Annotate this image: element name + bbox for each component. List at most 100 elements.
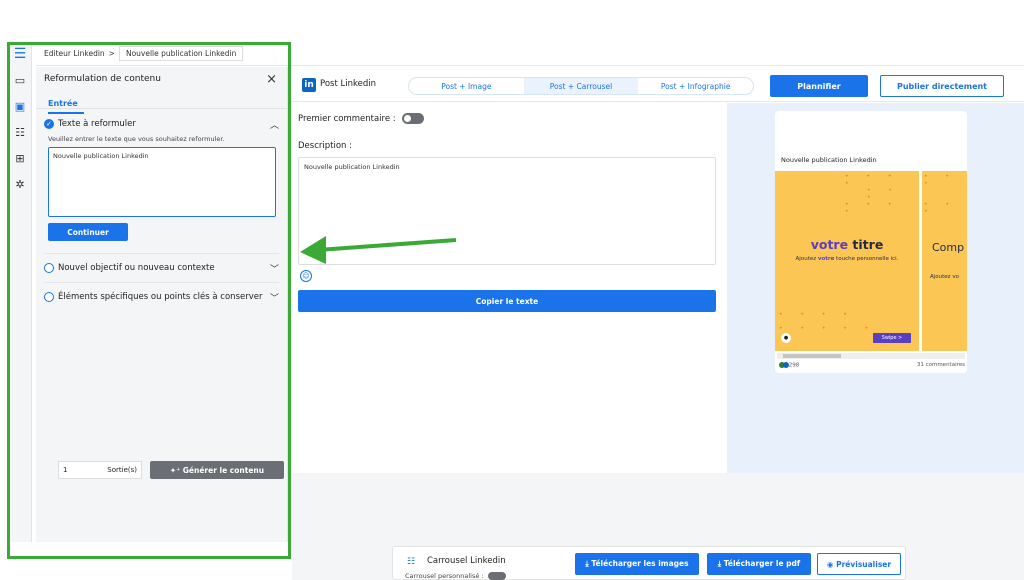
breadcrumb-root[interactable]: Editeur Linkedin: [44, 49, 105, 58]
plan-button[interactable]: Plannifier: [770, 75, 868, 97]
tab-post-image[interactable]: Post + Image: [409, 78, 524, 94]
menu-icon[interactable]: ☰: [12, 46, 28, 62]
reactions-value: 298: [788, 362, 800, 369]
section-elements-title: Éléments spécifiques ou points clés à co…: [58, 292, 263, 302]
slide-title-rest: titre: [848, 237, 884, 252]
preview-label: Prévisualiser: [836, 559, 892, 569]
quantity-stepper[interactable]: 1 Sortie(s): [58, 461, 142, 479]
slide2-subtitle: Ajoutez vo: [930, 274, 959, 280]
linkedin-icon: in: [302, 78, 316, 92]
eye-icon: ◉: [826, 559, 837, 569]
add-box-icon[interactable]: ⊞: [12, 150, 28, 166]
sliders-icon: ☷: [407, 557, 416, 567]
carousel-slide-2: • • • • • • Comp Ajoutez vo: [922, 171, 967, 351]
post-editor: Premier commentaire : Description : Nouv…: [292, 103, 726, 473]
preview-stats: 298 31 commentaires: [779, 362, 965, 369]
bottom-area: ☷ Carrousel Linkedin Carrousel personnal…: [292, 473, 1024, 580]
section-texte-header[interactable]: ✓ Texte à reformuler ︿: [44, 115, 279, 133]
carousel-scrollbar[interactable]: [777, 353, 965, 359]
briefcase-icon[interactable]: ▣: [12, 98, 28, 114]
carousel-custom-row: Carrousel personnalisé :: [405, 572, 506, 580]
carousel-custom-toggle[interactable]: [487, 572, 506, 580]
chevron-down-icon[interactable]: ﹀: [270, 291, 279, 304]
arrow-head: [300, 236, 326, 264]
breadcrumb-separator: >: [108, 49, 115, 58]
app-window: ☰ ▭ ▣ ☷ ⊞ ✲ Editeur Linkedin > Nouvelle …: [0, 38, 1024, 580]
generate-label: Générer le contenu: [182, 465, 265, 475]
comment-row: Premier commentaire :: [298, 113, 424, 124]
section-elements-header[interactable]: Éléments spécifiques ou points clés à co…: [44, 288, 279, 306]
quantity-value[interactable]: 1: [63, 466, 67, 474]
generate-row: 1 Sortie(s) ✦⁺ Générer le contenu: [58, 461, 284, 479]
section-elements: Éléments spécifiques ou points clés à co…: [44, 283, 279, 311]
annotation-arrow: [300, 236, 457, 264]
download-pdf-button[interactable]: ⤓ Télécharger le pdf: [707, 553, 811, 575]
slide-sub-a: Ajoutez: [795, 256, 818, 262]
post-preview: Nouvelle publication Linkedin • • • • • …: [727, 103, 1024, 473]
continue-button[interactable]: Continuer: [48, 223, 128, 241]
breadcrumb: Editeur Linkedin > Nouvelle publication …: [36, 42, 1024, 66]
carousel-toolbar: ☷ Carrousel Linkedin Carrousel personnal…: [392, 546, 906, 580]
download-images-button[interactable]: ⤓ Télécharger les images: [575, 553, 699, 575]
carousel-slide-1: • • • • • • • • • • • votre titre Ajoute…: [775, 171, 919, 351]
emoji-icon[interactable]: ☺: [300, 270, 312, 282]
slide-title: votre titre: [775, 237, 919, 252]
swipe-label: Swipe >: [873, 333, 911, 343]
download-pdf-label: Télécharger le pdf: [723, 559, 801, 568]
section-objectif: Nouvel objectif ou nouveau contexte ﹀: [44, 254, 279, 283]
publish-button[interactable]: Publier directement: [880, 75, 1004, 97]
breadcrumb-current[interactable]: Nouvelle publication Linkedin: [118, 46, 244, 61]
post-type-tabs: Post + Image Post + Carrousel Post + Inf…: [408, 77, 754, 95]
section-texte: ✓ Texte à reformuler ︿ Veuillez entrer l…: [44, 109, 279, 254]
preview-button[interactable]: ◉ Prévisualiser: [817, 553, 901, 575]
section-objectif-header[interactable]: Nouvel objectif ou nouveau contexte ﹀: [44, 259, 279, 277]
generate-button[interactable]: ✦⁺ Générer le contenu: [150, 461, 284, 479]
reactions-count: 298: [779, 362, 799, 369]
dot-pattern: • • • •: [779, 311, 855, 318]
left-rail: ☰ ▭ ▣ ☷ ⊞ ✲: [8, 42, 32, 542]
slide-subtitle: Ajoutez votre touche personnelle ici.: [775, 256, 919, 262]
avatar: ●: [781, 333, 791, 343]
folder-icon[interactable]: ▭: [12, 72, 28, 88]
post-header: in Post Linkedin Post + Image Post + Car…: [292, 68, 1024, 102]
sparkle-icon: ✦⁺: [169, 465, 183, 475]
panel-header: Reformulation de contenu ×: [36, 67, 287, 91]
comment-label: Premier commentaire :: [298, 113, 396, 124]
arrow-shaft: [317, 238, 457, 252]
copy-text-button[interactable]: Copier le texte: [298, 290, 716, 312]
dot-pattern: • • •: [924, 201, 957, 215]
tab-post-infographie[interactable]: Post + Infographie: [638, 78, 753, 94]
scrollbar-thumb[interactable]: [783, 354, 841, 358]
download-images-label: Télécharger les images: [591, 559, 689, 568]
description-label: Description :: [298, 141, 352, 151]
tab-entree[interactable]: Entrée: [48, 97, 84, 114]
section-objectif-title: Nouvel objectif ou nouveau contexte: [58, 263, 215, 273]
reformulation-panel: Reformulation de contenu × Entrée ✓ Text…: [36, 67, 288, 542]
carousel-custom-label: Carrousel personnalisé :: [405, 572, 484, 580]
comment-toggle[interactable]: [401, 113, 424, 124]
panel-tabs: Entrée: [36, 91, 287, 114]
texte-input[interactable]: Nouvelle publication Linkedin: [48, 147, 276, 217]
gear-icon[interactable]: ✲: [12, 176, 28, 192]
slide-sub-accent: votre: [817, 256, 835, 262]
post-title: Post Linkedin: [320, 79, 376, 89]
carousel-title: Carrousel Linkedin: [427, 556, 506, 566]
sliders-icon[interactable]: ☷: [12, 124, 28, 140]
section-texte-help: Veuillez entrer le texte que vous souhai…: [48, 135, 225, 143]
chevron-up-icon[interactable]: ︿: [270, 118, 279, 131]
preview-card: Nouvelle publication Linkedin • • • • • …: [775, 111, 967, 373]
slide-title-accent: votre: [810, 237, 849, 252]
chevron-down-icon[interactable]: ﹀: [270, 262, 279, 275]
dot-pattern: • • •: [867, 187, 900, 201]
slide-sub-b: touche personnelle ici.: [834, 256, 899, 262]
dot-pattern: • • • •: [845, 201, 900, 215]
radio-circle-icon[interactable]: [44, 292, 54, 302]
panel-title: Reformulation de contenu: [44, 74, 161, 84]
slide2-title: Comp: [932, 241, 965, 254]
tab-post-carrousel[interactable]: Post + Carrousel: [523, 78, 639, 94]
radio-circle-icon[interactable]: [44, 263, 54, 273]
quantity-unit: Sortie(s): [107, 466, 137, 474]
dot-pattern: • • • •: [845, 173, 900, 187]
close-icon[interactable]: ×: [266, 72, 277, 87]
dot-pattern: • • • • •: [779, 325, 877, 332]
